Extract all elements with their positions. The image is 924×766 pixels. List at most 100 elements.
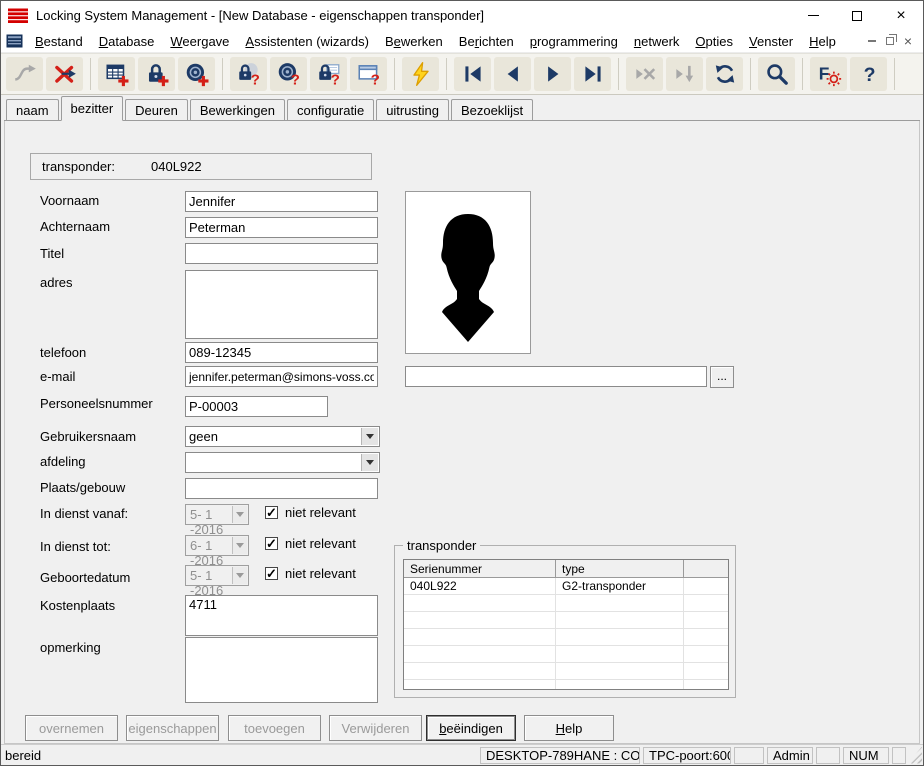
tab-bewerkingen[interactable]: Bewerkingen: [189, 99, 285, 120]
chevron-down-icon[interactable]: [361, 454, 378, 471]
window-title: Locking System Management - [New Databas…: [36, 8, 485, 23]
previous-record-button[interactable]: [494, 57, 531, 91]
tab-bezoeklijst[interactable]: Bezoeklijst: [450, 99, 534, 120]
jump-button[interactable]: [6, 57, 43, 91]
achternaam-label: Achternaam: [40, 219, 111, 234]
plaats-gebouw-input[interactable]: [185, 478, 378, 499]
kostenplaats-label: Kostenplaats: [40, 598, 116, 613]
opmerking-textarea[interactable]: [185, 637, 378, 703]
goto-record-button[interactable]: [666, 57, 703, 91]
status-empty-panel: [734, 746, 764, 764]
menu-weergave[interactable]: Weergave: [162, 32, 237, 51]
tab-configuratie[interactable]: configuratie: [286, 99, 375, 120]
menu-assistenten[interactable]: Assistenten (wizards): [237, 32, 377, 51]
chevron-down-icon: [232, 537, 247, 554]
mdi-minimize-icon[interactable]: [867, 40, 876, 42]
transponder-table-header: Serienummer type: [404, 560, 728, 578]
disconnect-button[interactable]: [46, 57, 83, 91]
titel-input[interactable]: [185, 243, 378, 264]
in-dienst-vanaf-niet-relevant-checkbox[interactable]: [265, 505, 278, 521]
email-input[interactable]: [185, 366, 378, 387]
geboortedatum-datepicker[interactable]: 5- 1 -2016: [185, 565, 249, 598]
menu-bestand[interactable]: Bestand: [27, 32, 91, 51]
chevron-down-icon[interactable]: [361, 428, 378, 445]
last-record-button[interactable]: [574, 57, 611, 91]
person-silhouette-icon: [441, 214, 495, 342]
status-user-panel: Admin: [767, 746, 813, 764]
telefoon-label: telefoon: [40, 345, 87, 360]
new-transponder-icon: [186, 63, 208, 87]
resize-grip[interactable]: [908, 746, 922, 764]
in-dienst-tot-niet-relevant-checkbox[interactable]: [265, 536, 278, 552]
menu-venster[interactable]: Venster: [741, 32, 801, 51]
telefoon-input[interactable]: [185, 342, 378, 363]
photo-browse-button[interactable]: ...: [710, 366, 734, 388]
toevoegen-button[interactable]: toevoegen: [228, 715, 321, 741]
tab-deuren[interactable]: Deuren: [125, 99, 188, 120]
kostenplaats-textarea[interactable]: 4711: [185, 595, 378, 636]
goto-record-icon: [675, 65, 693, 83]
eigenschappen-button[interactable]: eigenschappen: [126, 715, 219, 741]
title-bar: Locking System Management - [New Databas…: [1, 1, 923, 30]
voornaam-input[interactable]: [185, 191, 378, 212]
menu-opties[interactable]: Opties: [687, 32, 741, 51]
maximize-button[interactable]: [835, 1, 879, 30]
status-empty-panel: [892, 746, 906, 764]
read-window-button[interactable]: ?: [350, 57, 387, 91]
column-serienummer[interactable]: Serienummer: [404, 560, 556, 577]
geboortedatum-niet-relevant-checkbox[interactable]: [265, 566, 278, 582]
read-transponder-button[interactable]: ?: [270, 57, 307, 91]
photo-path-input[interactable]: [405, 366, 707, 387]
toolbar-separator: [802, 58, 803, 90]
menu-berichten[interactable]: Berichten: [451, 32, 522, 51]
achternaam-input[interactable]: [185, 217, 378, 238]
verwijderen-button[interactable]: Verwijderen: [329, 715, 422, 741]
delete-record-button[interactable]: [626, 57, 663, 91]
status-port-panel: TPC-poort:6001: [643, 746, 731, 764]
personeelsnummer-input[interactable]: [185, 396, 328, 417]
new-transponder-button[interactable]: [178, 57, 215, 91]
tab-uitrusting[interactable]: uitrusting: [376, 99, 449, 120]
in-dienst-tot-datepicker[interactable]: 6- 1 -2016: [185, 535, 249, 568]
menu-help[interactable]: Help: [801, 32, 844, 51]
program-button[interactable]: [402, 57, 439, 91]
read-lock-button[interactable]: ?: [230, 57, 267, 91]
table-row-empty: [404, 680, 728, 689]
new-locking-plan-button[interactable]: [98, 57, 135, 91]
new-lock-button[interactable]: [138, 57, 175, 91]
filter-settings-icon: F: [818, 63, 841, 87]
filter-settings-button[interactable]: F: [810, 57, 847, 91]
svg-text:?: ?: [290, 71, 299, 87]
mdi-document-icon[interactable]: [6, 34, 23, 48]
toolbar-separator: [394, 58, 395, 90]
search-button[interactable]: [758, 57, 795, 91]
column-extra[interactable]: [684, 560, 728, 577]
in-dienst-vanaf-datepicker[interactable]: 5- 1 -2016: [185, 504, 249, 537]
afdeling-combobox[interactable]: [185, 452, 380, 473]
column-type[interactable]: type: [556, 560, 684, 577]
gebruikersnaam-combobox[interactable]: geen: [185, 426, 380, 447]
minimize-button[interactable]: [791, 1, 835, 30]
help-button[interactable]: ?: [850, 57, 887, 91]
menu-database[interactable]: Database: [91, 32, 163, 51]
close-button[interactable]: ×: [879, 1, 923, 30]
help-footer-button[interactable]: Help: [524, 715, 614, 741]
table-row[interactable]: 040L922 G2-transponder: [404, 578, 728, 595]
refresh-button[interactable]: [706, 57, 743, 91]
tab-bezitter[interactable]: bezitter: [60, 96, 124, 121]
tab-naam[interactable]: naam: [6, 99, 59, 120]
mdi-close-icon[interactable]: ×: [904, 34, 912, 48]
beeindigen-button[interactable]: b eëindigen: [426, 715, 516, 741]
geboortedatum-label: Geboortedatum: [40, 570, 131, 585]
adres-label: adres: [40, 275, 73, 290]
first-record-button[interactable]: [454, 57, 491, 91]
menu-bewerken[interactable]: Bewerken: [377, 32, 451, 51]
adres-textarea[interactable]: [185, 270, 378, 339]
mdi-restore-icon[interactable]: [885, 37, 894, 45]
overnemen-button[interactable]: overnemen: [25, 715, 118, 741]
next-record-button[interactable]: [534, 57, 571, 91]
menu-programmering[interactable]: programmering: [522, 32, 626, 51]
menu-netwerk[interactable]: netwerk: [626, 32, 688, 51]
read-lock-data-button[interactable]: ?: [310, 57, 347, 91]
gebruikersnaam-label: Gebruikersnaam: [40, 429, 137, 444]
